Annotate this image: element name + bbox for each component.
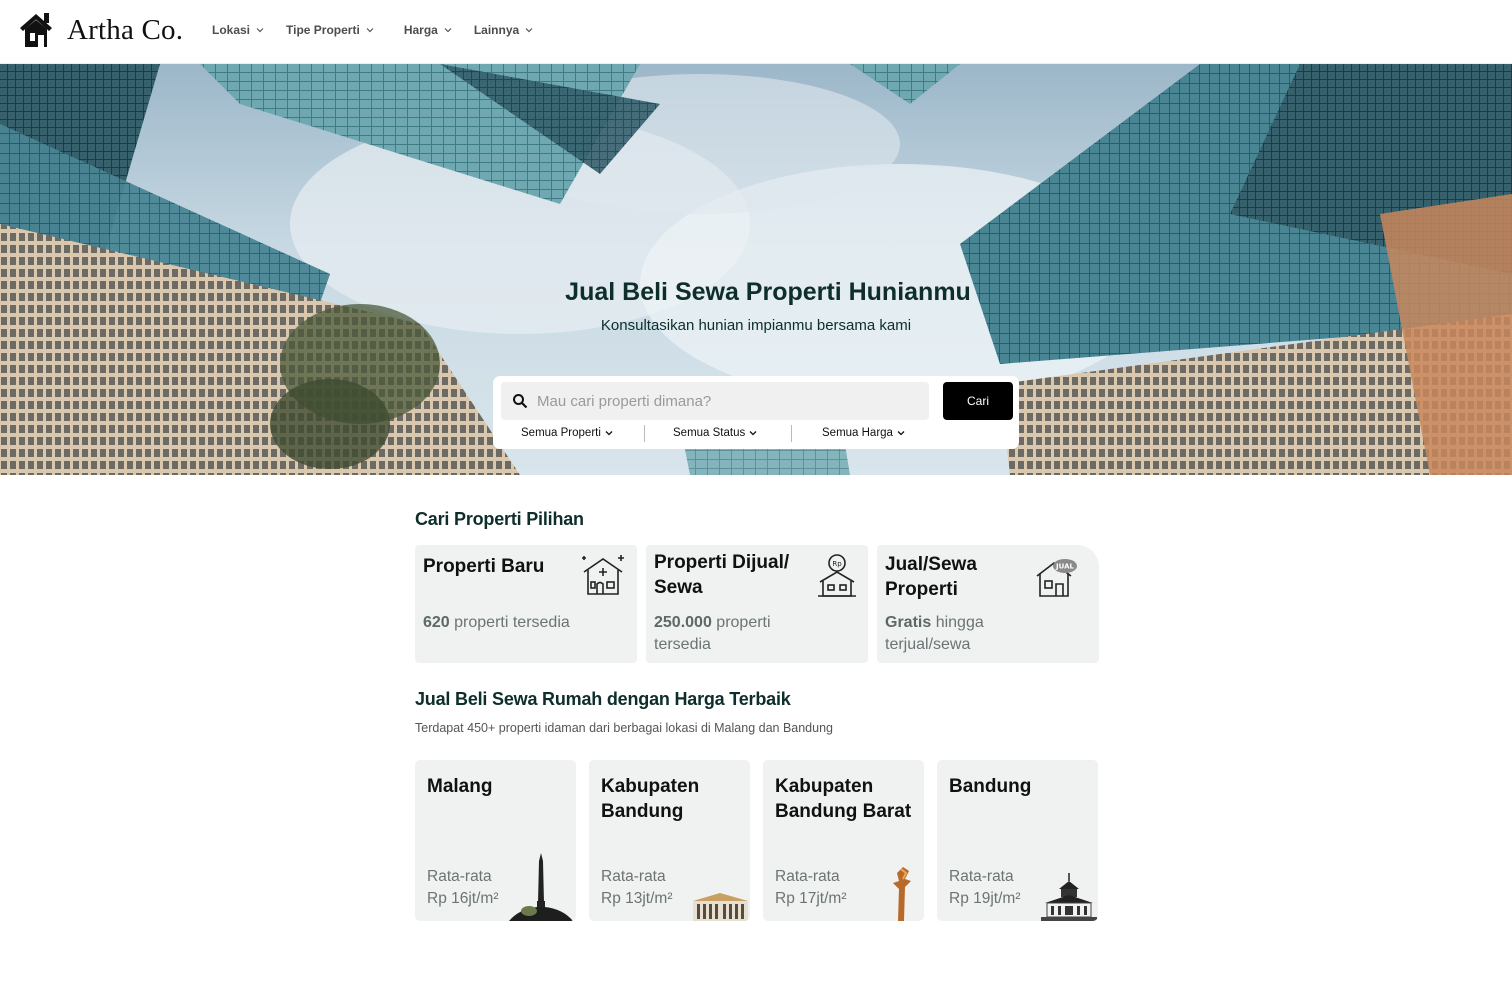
- card-title: Properti Baru: [423, 556, 545, 577]
- search-field: [501, 382, 929, 420]
- filter-status-dropdown[interactable]: Semua Status: [673, 427, 757, 439]
- chevron-down-icon: [444, 28, 452, 33]
- monument-icon: [509, 853, 573, 921]
- search-button[interactable]: Cari: [943, 382, 1013, 420]
- statue-icon: [893, 867, 911, 921]
- rupiah-house-icon: Rp: [818, 554, 856, 597]
- chevron-down-icon: [749, 431, 757, 436]
- main-menu: Lokasi Tipe Properti Harga Lainnya: [212, 23, 555, 37]
- filter-label: Semua Status: [673, 427, 746, 439]
- menu-tipe-properti[interactable]: Tipe Properti: [286, 23, 374, 37]
- cities-section-description: Terdapat 450+ properti idaman dari berba…: [415, 721, 833, 735]
- card-jual-sewa-properti[interactable]: Jual/Sewa Properti JUAL Gratis hingga te…: [877, 545, 1099, 663]
- city-name: Kabupaten Bandung: [601, 776, 700, 822]
- search-input[interactable]: [537, 392, 917, 410]
- chevron-down-icon: [256, 28, 264, 33]
- search-icon: [513, 394, 528, 409]
- city-name: Kabupaten Bandung Barat: [775, 776, 912, 822]
- card-highlight: Gratis: [885, 614, 932, 631]
- filter-properti-dropdown[interactable]: Semua Properti: [521, 427, 613, 439]
- avg-price: Rp 16jt/m²: [427, 890, 499, 907]
- filter-label: Semua Properti: [521, 427, 601, 439]
- card-properti-baru[interactable]: Properti Baru 620 properti tersedia: [415, 545, 637, 663]
- filter-divider: [644, 425, 645, 442]
- menu-label: Lainnya: [473, 23, 520, 37]
- card-highlight: 620: [423, 614, 450, 631]
- avg-label: Rata-rata: [775, 868, 840, 885]
- city-name: Malang: [427, 776, 493, 797]
- search-panel: Cari Semua Properti Semua Status Semua H…: [493, 376, 1019, 449]
- menu-harga[interactable]: Harga: [404, 23, 452, 37]
- svg-text:Rp: Rp: [832, 560, 842, 568]
- cities-section-title: Jual Beli Sewa Rumah dengan Harga Terbai…: [415, 689, 791, 709]
- filter-divider: [791, 425, 792, 442]
- menu-lainnya[interactable]: Lainnya: [474, 23, 533, 37]
- city-average-price: Rata-rata Rp 16jt/m²: [427, 866, 499, 910]
- filter-harga-dropdown[interactable]: Semua Harga: [822, 427, 905, 439]
- avg-price: Rp 17jt/m²: [775, 890, 847, 907]
- avg-label: Rata-rata: [949, 868, 1014, 885]
- city-average-price: Rata-rata Rp 19jt/m²: [949, 866, 1021, 910]
- city-average-price: Rata-rata Rp 17jt/m²: [775, 866, 847, 910]
- card-properti-dijual-sewa[interactable]: Properti Dijual/ Sewa Rp 250.000 propert…: [646, 545, 868, 663]
- card-title: Properti Dijual/ Sewa: [654, 552, 790, 598]
- card-sub-text: properti tersedia: [449, 614, 570, 631]
- card-subtitle: 250.000 properti tersedia: [654, 612, 804, 656]
- city-card-kabupaten-bandung-barat[interactable]: Kabupaten Bandung Barat Rata-rata Rp 17j…: [763, 760, 924, 921]
- avg-price: Rp 19jt/m²: [949, 890, 1021, 907]
- menu-label: Lokasi: [212, 23, 251, 37]
- chevron-down-icon: [605, 431, 613, 436]
- top-navbar: Artha Co. Lokasi Tipe Properti Harga Lai…: [0, 0, 1512, 64]
- svg-text:JUAL: JUAL: [1055, 563, 1074, 571]
- city-name: Bandung: [949, 776, 1032, 797]
- chevron-down-icon: [897, 431, 905, 436]
- card-subtitle: 620 properti tersedia: [423, 612, 573, 634]
- filter-label: Semua Harga: [822, 427, 893, 439]
- brand-name: Artha Co.: [67, 13, 184, 46]
- jual-sign-house-icon: JUAL: [1036, 559, 1077, 597]
- brand-logo[interactable]: Artha Co.: [18, 10, 183, 50]
- card-subtitle: Gratis hingga terjual/sewa: [885, 612, 1035, 656]
- menu-label: Tipe Properti: [286, 23, 360, 37]
- gedung-sate-icon: [1041, 873, 1097, 921]
- hero-subtitle: Konsultasikan hunian impianmu bersama ka…: [600, 317, 912, 334]
- city-card-malang[interactable]: Malang Rata-rata Rp 16jt/m²: [415, 760, 576, 921]
- avg-price: Rp 13jt/m²: [601, 890, 673, 907]
- menu-lokasi[interactable]: Lokasi: [212, 23, 264, 37]
- hero-title: Jual Beli Sewa Properti Hunianmu: [565, 278, 971, 306]
- card-title: Jual/Sewa Properti: [885, 554, 977, 600]
- colonial-building-icon: [693, 893, 748, 921]
- house-logo-icon: [20, 13, 52, 47]
- card-highlight: 250.000: [654, 614, 712, 631]
- chevron-down-icon: [525, 28, 533, 33]
- city-average-price: Rata-rata Rp 13jt/m²: [601, 866, 673, 910]
- menu-label: Harga: [403, 23, 438, 37]
- featured-section-title: Cari Properti Pilihan: [415, 509, 584, 529]
- avg-label: Rata-rata: [601, 868, 666, 885]
- avg-label: Rata-rata: [427, 868, 492, 885]
- city-card-kabupaten-bandung[interactable]: Kabupaten Bandung Rata-rata Rp 13jt/m²: [589, 760, 750, 921]
- chevron-down-icon: [366, 28, 374, 33]
- city-card-bandung[interactable]: Bandung Rata-rata Rp 19jt/m²: [937, 760, 1098, 921]
- sparkle-house-icon: [582, 555, 624, 595]
